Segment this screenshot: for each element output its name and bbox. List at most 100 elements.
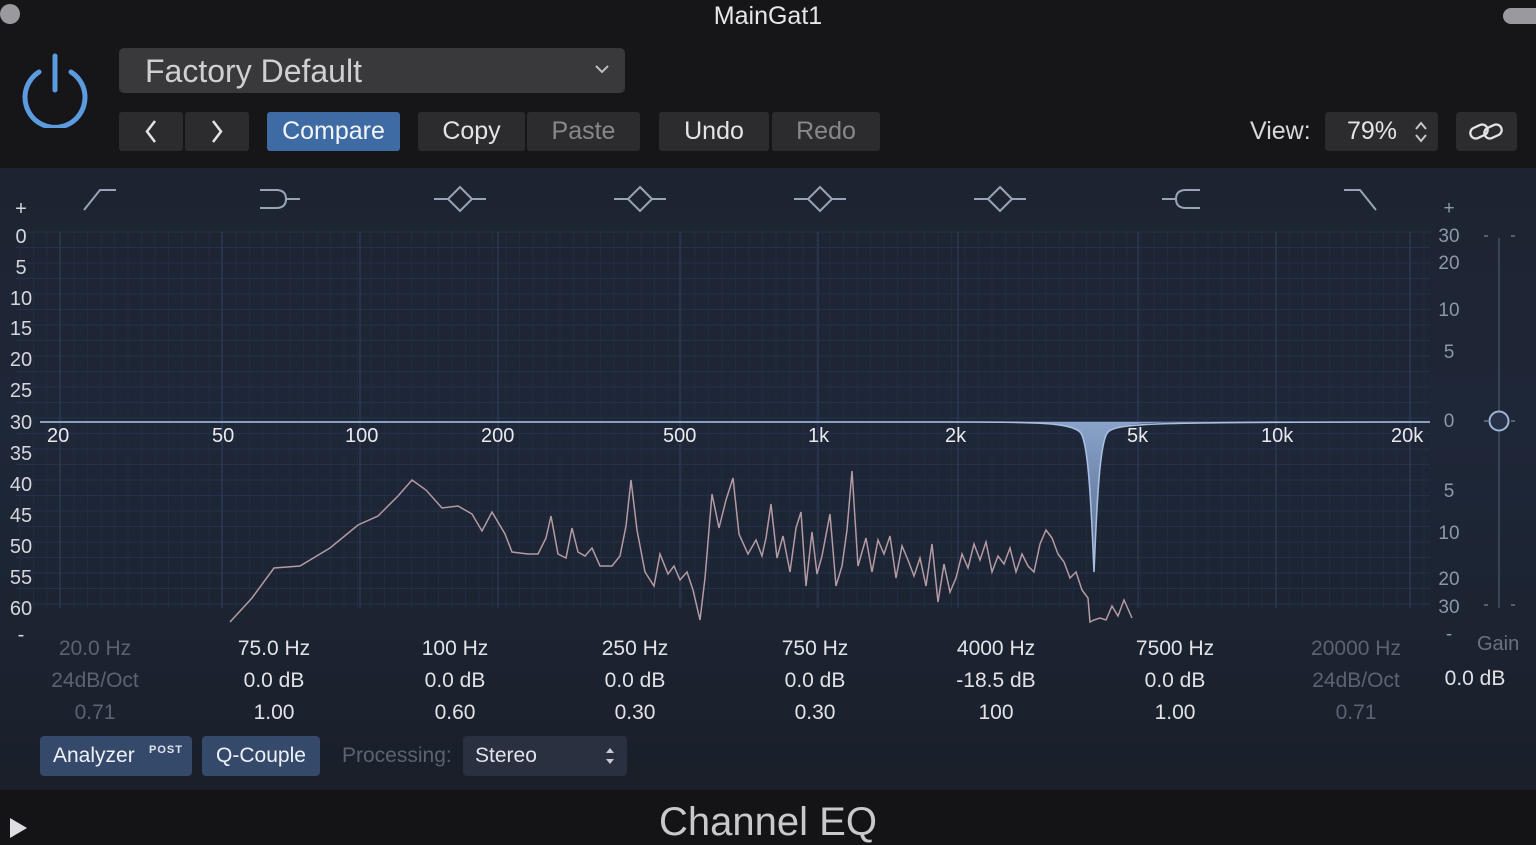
right-scale-tick: 5 (1443, 342, 1455, 363)
gain-label: Gain (1477, 633, 1520, 655)
previous-preset-button[interactable] (119, 112, 183, 151)
window-title: MainGat1 (713, 2, 823, 30)
left-scale-tick: 0 (15, 226, 27, 248)
band-2-freq[interactable]: 75.0 Hz (204, 637, 344, 661)
preset-menu[interactable]: Factory Default (119, 48, 625, 93)
high-cut-icon[interactable] (1344, 189, 1377, 211)
band-4-freq[interactable]: 250 Hz (565, 637, 705, 661)
frequency-label: 50 (212, 425, 235, 447)
band-3-freq[interactable]: 100 Hz (385, 637, 525, 661)
right-scale-tick: 30 (1438, 597, 1460, 618)
frequency-label: 10k (1261, 425, 1294, 447)
right-scale-tick: 10 (1438, 523, 1460, 544)
right-scale-tick: + (1443, 198, 1455, 219)
bell-icon[interactable] (434, 185, 486, 213)
window-minimize-button[interactable] (1503, 8, 1536, 24)
view-zoom-value: 79% (1347, 117, 1398, 145)
graph-grid-minor (16, 231, 1430, 608)
band-6-freq[interactable]: 4000 Hz (926, 637, 1066, 661)
frequency-label: 20 (47, 425, 70, 447)
low-shelf-icon[interactable] (260, 189, 300, 209)
band-7-q[interactable]: 1.00 (1105, 701, 1245, 725)
right-scale-tick: 5 (1443, 481, 1455, 502)
q-couple-button[interactable]: Q-Couple (202, 736, 320, 776)
right-scale-tick: 0 (1443, 411, 1455, 432)
left-scale-tick: 60 (9, 598, 33, 620)
band-7-gain[interactable]: 0.0 dB (1105, 669, 1245, 693)
chevron-left-icon (145, 120, 156, 143)
left-scale-tick: 55 (9, 567, 33, 589)
bell-icon[interactable] (614, 185, 666, 213)
band-1-gain[interactable]: 24dB/Oct (25, 669, 165, 693)
band-8-q[interactable]: 0.71 (1286, 701, 1426, 725)
band-5-freq[interactable]: 750 Hz (745, 637, 885, 661)
frequency-label: 20k (1391, 425, 1424, 447)
left-scale-tick: 5 (15, 257, 27, 279)
band-5-q[interactable]: 0.30 (745, 701, 885, 725)
low-cut-icon[interactable] (83, 189, 116, 211)
link-button[interactable] (1456, 112, 1517, 151)
band-6-q[interactable]: 100 (926, 701, 1066, 725)
band-2-gain[interactable]: 0.0 dB (204, 669, 344, 693)
right-scale-tick: 20 (1438, 569, 1460, 590)
link-icon (1469, 123, 1503, 140)
undo-button[interactable]: Undo (659, 112, 769, 151)
left-scale-tick: 35 (9, 443, 33, 465)
analyzer-label: Analyzer (53, 744, 135, 767)
processing-label: Processing: (342, 744, 452, 767)
high-shelf-icon[interactable] (1162, 189, 1200, 209)
left-scale-tick: 30 (9, 412, 33, 434)
processing-select[interactable]: Stereo (463, 736, 627, 776)
bell-icon[interactable] (794, 185, 846, 213)
frequency-label: 500 (663, 425, 697, 447)
chevron-right-icon (212, 120, 223, 143)
view-label: View: (1250, 117, 1311, 145)
left-scale-tick: 20 (9, 349, 33, 371)
frequency-label: 5k (1127, 425, 1149, 447)
band-5-gain[interactable]: 0.0 dB (745, 669, 885, 693)
plugin-name: Channel EQ (659, 800, 877, 844)
right-scale-tick: 10 (1438, 300, 1460, 321)
frequency-label: 2k (945, 425, 967, 447)
right-scale-tick: - (1445, 624, 1453, 645)
band-7-freq[interactable]: 7500 Hz (1105, 637, 1245, 661)
plugin-header: MainGat1 Factory Default Compare Copy Pa… (0, 0, 1536, 168)
left-scale-tick: 40 (9, 474, 33, 496)
redo-button[interactable]: Redo (772, 112, 880, 151)
right-scale-tick: 30 (1438, 226, 1460, 247)
left-scale-tick: + (15, 198, 27, 220)
band-4-gain[interactable]: 0.0 dB (565, 669, 705, 693)
eq-panel: +0 5 10 15 20 25 30 35 40 45 50 55 60- +30 20 10 5 0 5 10 2… (0, 168, 1536, 790)
next-preset-button[interactable] (185, 112, 249, 151)
stepper-arrows-icon (606, 748, 614, 764)
eq-graph[interactable] (0, 168, 1536, 638)
frequency-label: 100 (345, 425, 379, 447)
paste-button[interactable]: Paste (527, 112, 640, 151)
bell-icon[interactable] (974, 185, 1026, 213)
band-6-gain[interactable]: -18.5 dB (926, 669, 1066, 693)
band-1-freq[interactable]: 20.0 Hz (25, 637, 165, 661)
gain-value[interactable]: 0.0 dB (1440, 667, 1510, 691)
gain-fader-knob[interactable] (1488, 410, 1510, 432)
analyzer-post-badge[interactable]: POST (149, 730, 183, 770)
analyzer-button[interactable]: Analyzer POST (40, 736, 192, 776)
band-shape-row (83, 185, 1377, 213)
band-3-gain[interactable]: 0.0 dB (385, 669, 525, 693)
band-8-gain[interactable]: 24dB/Oct (1286, 669, 1426, 693)
band-8-freq[interactable]: 20000 Hz (1286, 637, 1426, 661)
power-icon[interactable] (17, 52, 93, 128)
compare-button[interactable]: Compare (267, 112, 400, 151)
left-scale-tick: 50 (9, 536, 33, 558)
copy-button[interactable]: Copy (418, 112, 525, 151)
left-scale-tick: 25 (9, 380, 33, 402)
preset-name: Factory Default (145, 53, 362, 89)
band-1-q[interactable]: 0.71 (25, 701, 165, 725)
band-3-q[interactable]: 0.60 (385, 701, 525, 725)
right-scale-tick: 20 (1438, 253, 1460, 274)
frequency-label: 1k (808, 425, 830, 447)
band-4-q[interactable]: 0.30 (565, 701, 705, 725)
chevron-down-icon (595, 65, 609, 74)
band-2-q[interactable]: 1.00 (204, 701, 344, 725)
view-zoom-select[interactable]: 79% (1325, 112, 1438, 151)
stepper-arrows-icon (1415, 121, 1427, 143)
